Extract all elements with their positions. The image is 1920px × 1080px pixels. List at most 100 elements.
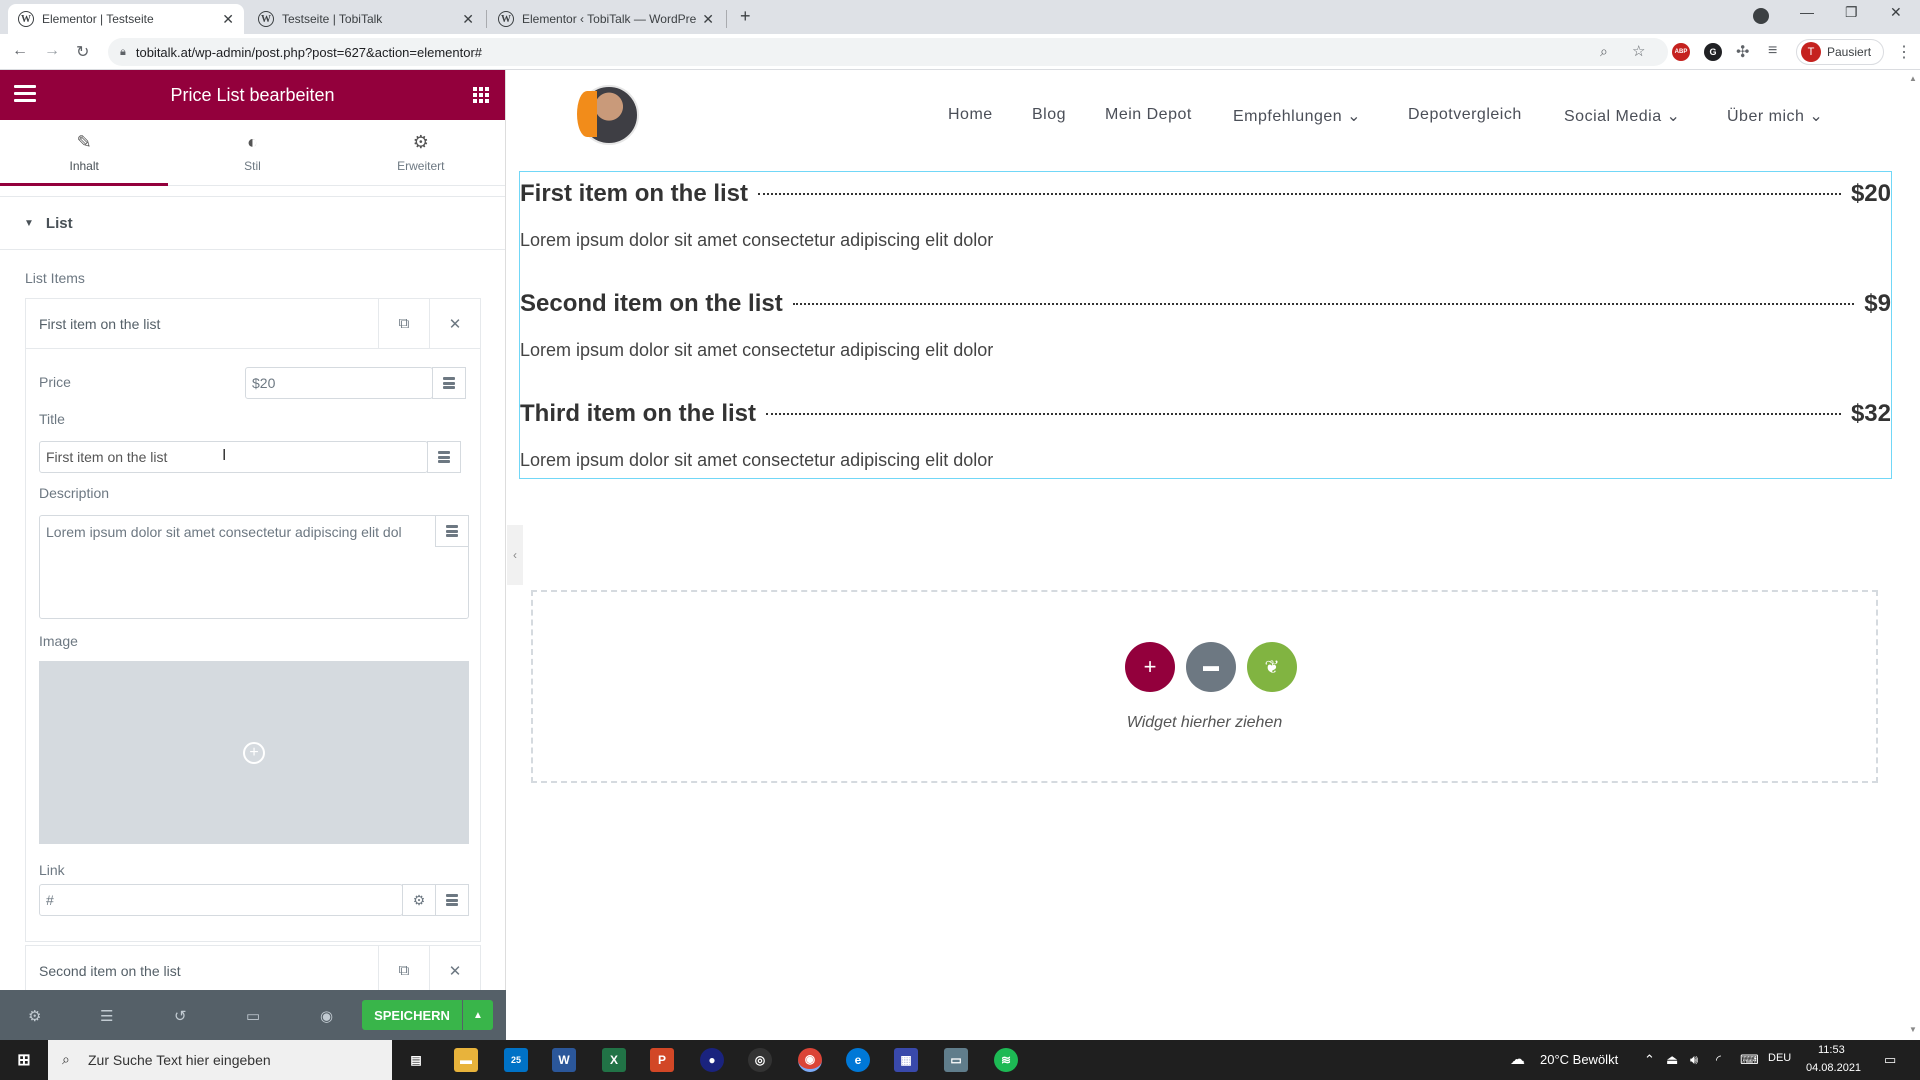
nav-blog[interactable]: Blog: [1032, 106, 1066, 124]
close-icon[interactable]: ✕: [462, 11, 474, 28]
grammarly-icon[interactable]: G: [1704, 43, 1722, 61]
dynamic-tags-button[interactable]: [435, 515, 469, 547]
browser-menu-icon[interactable]: ⋮: [1896, 42, 1912, 62]
settings-gear-icon[interactable]: ⚙: [28, 1007, 41, 1025]
app-icon[interactable]: ▭: [944, 1048, 968, 1072]
usb-icon[interactable]: ⏏: [1666, 1052, 1678, 1068]
history-icon[interactable]: ↺: [174, 1007, 187, 1025]
collapse-panel-handle[interactable]: ‹: [507, 525, 523, 585]
nav-empfehlungen[interactable]: Empfehlungen ⌄: [1233, 106, 1361, 126]
save-options-caret-icon[interactable]: ▲: [463, 1000, 493, 1030]
mail-icon[interactable]: 25: [504, 1048, 528, 1072]
keyboard-icon[interactable]: ⌨: [1740, 1052, 1759, 1068]
dynamic-tags-button[interactable]: [427, 441, 461, 473]
tab-erweitert[interactable]: ⚙ Erweitert: [337, 120, 505, 185]
repeater-item-header[interactable]: Second item on the list ⧉ ✕: [26, 945, 480, 990]
tab-search-icon[interactable]: [1753, 8, 1769, 24]
weather-cloud-icon[interactable]: ☁: [1510, 1050, 1525, 1068]
site-logo[interactable]: [577, 85, 639, 145]
restore-icon[interactable]: ❐: [1845, 4, 1858, 21]
save-button[interactable]: SPEICHERN: [362, 1000, 462, 1030]
word-icon[interactable]: W: [552, 1048, 576, 1072]
back-icon[interactable]: ←: [12, 42, 28, 60]
star-icon[interactable]: ☆: [1632, 42, 1645, 60]
task-view-icon[interactable]: ▤: [404, 1048, 428, 1072]
elementor-panel: Price List bearbeiten ✎ Inhalt ◐ Stil ⚙ …: [0, 70, 506, 990]
duplicate-icon[interactable]: ⧉: [378, 945, 429, 990]
notifications-icon[interactable]: ▭: [1884, 1052, 1896, 1068]
file-explorer-icon[interactable]: ▬: [454, 1048, 478, 1072]
reading-list-icon[interactable]: ≡: [1768, 42, 1777, 60]
navigator-layers-icon[interactable]: ☰: [100, 1007, 113, 1025]
forward-icon[interactable]: →: [44, 42, 60, 60]
taskbar-search-input[interactable]: ⌕ Zur Suche Text hier eingeben: [48, 1040, 392, 1080]
new-tab-button[interactable]: +: [740, 6, 751, 27]
link-options-gear-icon[interactable]: ⚙: [402, 884, 436, 916]
widgets-grid-icon[interactable]: [473, 87, 489, 103]
profile-button[interactable]: T Pausiert: [1796, 39, 1884, 65]
remove-icon[interactable]: ✕: [429, 945, 480, 990]
price-input[interactable]: $20: [245, 367, 433, 399]
add-section-button[interactable]: +: [1125, 642, 1175, 692]
tray-chevron-icon[interactable]: ⌃: [1644, 1052, 1655, 1068]
duplicate-icon[interactable]: ⧉: [378, 298, 429, 349]
responsive-mode-icon[interactable]: ▭: [246, 1007, 260, 1025]
address-bar[interactable]: 🔒︎ tobitalk.at/wp-admin/post.php?post=62…: [108, 38, 1668, 66]
nav-depotvergleich[interactable]: Depotvergleich: [1408, 106, 1522, 124]
app-icon[interactable]: ▦: [894, 1048, 918, 1072]
weather-text[interactable]: 20°C Bewölkt: [1540, 1052, 1618, 1067]
adblock-icon[interactable]: ABP: [1672, 43, 1690, 61]
close-icon[interactable]: ✕: [222, 11, 234, 28]
volume-icon[interactable]: 🔊︎: [1690, 1052, 1698, 1068]
tab-stil[interactable]: ◐ Stil: [168, 120, 336, 185]
chrome-icon[interactable]: ◉: [798, 1048, 822, 1072]
powerpoint-icon[interactable]: P: [650, 1048, 674, 1072]
browser-tab-wordpress[interactable]: W Elementor ‹ TobiTalk — WordPre ✕: [488, 4, 724, 34]
remove-icon[interactable]: ✕: [429, 298, 480, 349]
title-input[interactable]: First item on the list: [39, 441, 428, 473]
windows-start-icon[interactable]: ⊞: [12, 1048, 36, 1072]
window-close-icon[interactable]: ✕: [1890, 4, 1902, 21]
scroll-down-icon[interactable]: ▼: [1909, 1025, 1917, 1034]
edge-icon[interactable]: e: [846, 1048, 870, 1072]
price-list-item-description: Lorem ipsum dolor sit amet consectetur a…: [520, 450, 994, 470]
repeater-item-header[interactable]: First item on the list ⧉ ✕: [26, 298, 480, 349]
clock-date[interactable]: 04.08.2021: [1806, 1062, 1861, 1074]
zoom-icon[interactable]: ⌕: [1600, 43, 1608, 60]
menu-icon[interactable]: [14, 85, 36, 106]
reload-icon[interactable]: ↻: [76, 42, 89, 62]
nav-home[interactable]: Home: [948, 106, 993, 124]
browser-tab-elementor-testseite[interactable]: W Elementor | Testseite ✕: [8, 4, 244, 34]
clock-time[interactable]: 11:53: [1818, 1044, 1845, 1056]
link-input[interactable]: #: [39, 884, 403, 916]
extensions-icon[interactable]: ✣: [1736, 42, 1749, 62]
price-list-widget[interactable]: First item on the list $20 Lorem ipsum d…: [519, 171, 1892, 479]
dynamic-tags-button[interactable]: [432, 367, 466, 399]
price-list-item-description: Lorem ipsum dolor sit amet consectetur a…: [520, 230, 994, 250]
scroll-up-icon[interactable]: ▲: [1909, 74, 1917, 83]
close-icon[interactable]: ✕: [702, 11, 714, 28]
section-list-toggle[interactable]: ▼ List: [0, 196, 505, 250]
obs-icon[interactable]: ◎: [748, 1048, 772, 1072]
spotify-icon[interactable]: ≋: [994, 1048, 1018, 1072]
tab-inhalt[interactable]: ✎ Inhalt: [0, 120, 169, 186]
envato-kit-leaf-icon[interactable]: ❦: [1247, 642, 1297, 692]
dynamic-tags-button[interactable]: [435, 884, 469, 916]
nav-mein-depot[interactable]: Mein Depot: [1105, 106, 1192, 124]
preview-scrollbar[interactable]: ▲ ▼: [1905, 70, 1920, 1040]
preview-eye-icon[interactable]: ◉: [320, 1007, 333, 1025]
app-icon[interactable]: ●: [700, 1048, 724, 1072]
network-icon[interactable]: ◜: [1716, 1052, 1721, 1068]
language-indicator[interactable]: DEU: [1768, 1052, 1791, 1064]
minimize-icon[interactable]: —: [1800, 4, 1814, 20]
nav-ueber-mich[interactable]: Über mich ⌄: [1727, 106, 1823, 126]
template-library-folder-icon[interactable]: ▬: [1186, 642, 1236, 692]
nav-social-media[interactable]: Social Media ⌄: [1564, 106, 1680, 126]
excel-icon[interactable]: X: [602, 1048, 626, 1072]
search-icon: ⌕: [62, 1051, 70, 1067]
description-textarea[interactable]: Lorem ipsum dolor sit amet consectetur a…: [39, 515, 469, 619]
image-picker[interactable]: +: [39, 661, 469, 844]
widget-dropzone[interactable]: + ▬ ❦ Widget hierher ziehen: [531, 590, 1878, 783]
browser-tab-testseite[interactable]: W Testseite | TobiTalk ✕: [248, 4, 484, 34]
contrast-icon: ◐: [247, 132, 258, 152]
